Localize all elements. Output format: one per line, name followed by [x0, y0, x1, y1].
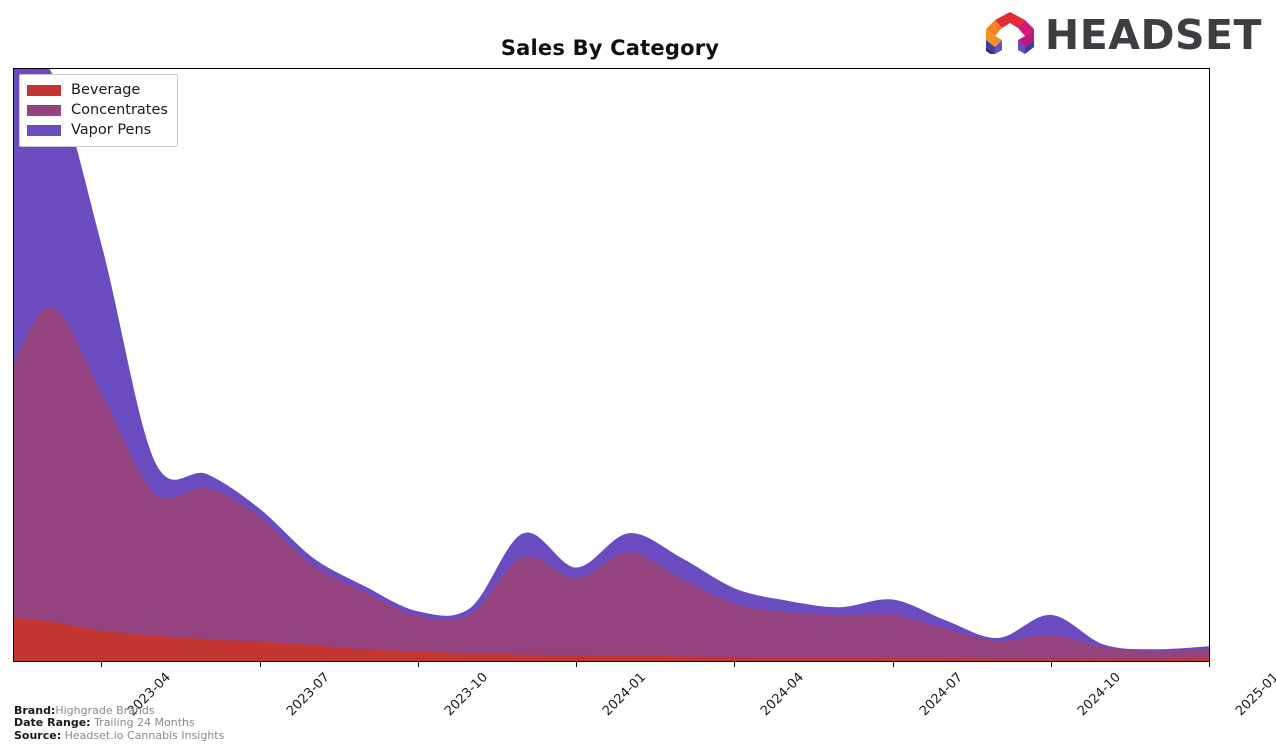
x-tick-label: 2024-04 — [758, 670, 808, 720]
legend-label-concentrates: Concentrates — [71, 102, 168, 118]
legend-swatch-vapor-pens — [27, 124, 61, 136]
stacked-area-chart — [14, 69, 1209, 661]
x-tick-label: 2023-07 — [283, 670, 333, 720]
headset-logo-icon — [981, 10, 1039, 60]
footer-source: Source: Headset.io Cannabis Insights — [14, 728, 225, 743]
x-tick-mark — [417, 662, 419, 667]
legend-item-vapor-pens: Vapor Pens — [27, 120, 168, 140]
legend-item-concentrates: Concentrates — [27, 100, 168, 120]
legend-label-vapor-pens: Vapor Pens — [71, 122, 152, 138]
legend-swatch-beverage — [27, 84, 61, 96]
x-tick-label: 2024-10 — [1074, 670, 1124, 720]
x-tick-mark — [101, 662, 103, 667]
x-tick-label: 2025-01 — [1232, 670, 1276, 720]
footer-brand-value: Highgrade Brands — [55, 703, 155, 717]
x-tick-label: 2024-01 — [600, 670, 650, 720]
x-tick-mark — [259, 662, 261, 667]
logo-wordmark: HEADSET — [1044, 10, 1262, 59]
x-tick-mark — [576, 662, 578, 667]
plot-area — [13, 68, 1210, 662]
chart-page: Sales By Category HEADSET Beverage Conce… — [0, 0, 1276, 748]
x-tick-mark — [1209, 662, 1210, 667]
x-tick-label: 2024-07 — [916, 670, 966, 720]
legend-item-beverage: Beverage — [27, 80, 168, 100]
footer-brand-key: Brand: — [14, 703, 56, 717]
legend-swatch-concentrates — [27, 104, 61, 116]
x-tick-mark — [1050, 662, 1052, 667]
x-tick-label: 2023-10 — [441, 670, 491, 720]
footer-source-value: Headset.io Cannabis Insights — [64, 728, 225, 742]
legend-label-beverage: Beverage — [71, 82, 141, 98]
footer-date-range-value: Trailing 24 Months — [94, 716, 195, 729]
chart-footer: Brand:Highgrade Brands Date Range: Trail… — [14, 703, 225, 743]
chart-legend: Beverage Concentrates Vapor Pens — [19, 74, 178, 147]
x-tick-mark — [734, 662, 736, 667]
brand-logo: HEADSET — [981, 10, 1262, 60]
x-tick-mark — [892, 662, 894, 667]
footer-date-range-key: Date Range: — [14, 716, 91, 729]
footer-source-key: Source: — [14, 728, 62, 742]
